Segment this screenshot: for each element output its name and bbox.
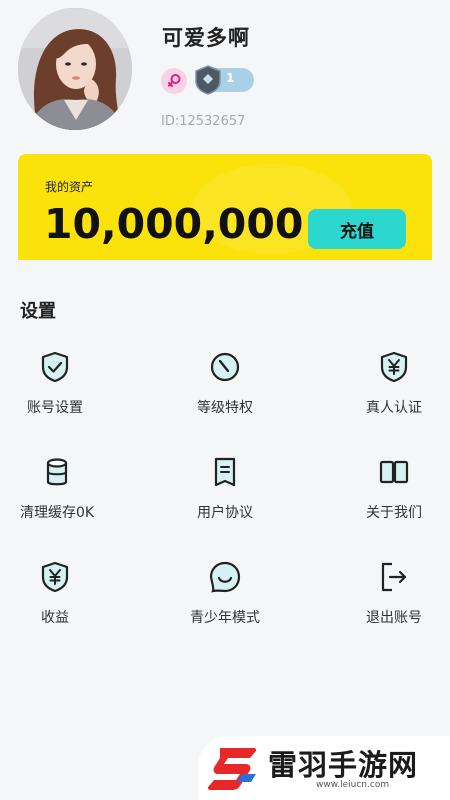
user-agreement-item[interactable]: 用户协议 (160, 455, 290, 535)
recharge-button[interactable]: 充值 (308, 209, 406, 249)
asset-label: 我的资产 (45, 180, 94, 194)
about-us-item[interactable]: 关于我们 (329, 455, 450, 535)
profile-header: 可爱多啊 1 ID:12532657 (0, 0, 450, 150)
watermark: 雷羽手游网 www.leiucn.com (198, 736, 450, 800)
real-person-verify-label: 真人认证 (366, 400, 422, 416)
clear-cache-label: 清理缓存0K (19, 505, 95, 521)
shield-check-icon (41, 351, 69, 383)
earnings-item[interactable]: 收益 (0, 560, 120, 640)
asset-value: 10,000,000 (44, 200, 304, 248)
teen-mode-label: 青少年模式 (190, 610, 260, 626)
level-badge: 1 (195, 65, 254, 95)
account-settings-item[interactable]: 账号设置 (0, 350, 120, 430)
document-icon (214, 457, 236, 487)
level-number: 1 (226, 71, 235, 85)
earnings-label: 收益 (41, 610, 69, 626)
level-privilege-label: 等级特权 (197, 400, 253, 416)
book-icon (379, 460, 409, 484)
watermark-brand: 雷羽手游网 (268, 748, 419, 782)
logout-icon (381, 562, 407, 592)
settings-title: 设置 (20, 301, 56, 322)
level-shield-icon (195, 65, 221, 95)
logout-item[interactable]: 退出账号 (329, 560, 450, 640)
user-id: ID:12532657 (161, 114, 246, 129)
teen-mode-item[interactable]: 青少年模式 (160, 560, 290, 640)
asset-card: 我的资产 10,000,000 充值 (18, 154, 432, 260)
gauge-icon (210, 352, 240, 382)
yen-shield-icon (380, 351, 408, 383)
about-us-label: 关于我们 (366, 505, 422, 521)
smile-bubble-icon (209, 561, 241, 593)
logout-label: 退出账号 (366, 610, 422, 626)
female-badge (161, 68, 187, 94)
user-agreement-label: 用户协议 (197, 505, 253, 521)
clear-cache-item[interactable]: 清理缓存0K (0, 455, 122, 535)
female-icon (168, 74, 181, 87)
yen-shield-icon (41, 561, 69, 593)
level-privilege-item[interactable]: 等级特权 (160, 350, 290, 430)
watermark-url: www.leiucn.com (316, 780, 390, 790)
account-settings-label: 账号设置 (27, 400, 83, 416)
username: 可爱多啊 (162, 26, 250, 50)
real-person-verify-item[interactable]: 真人认证 (329, 350, 450, 430)
cylinder-icon (46, 458, 68, 486)
avatar[interactable] (18, 8, 132, 130)
brand-logo-icon (207, 748, 257, 790)
